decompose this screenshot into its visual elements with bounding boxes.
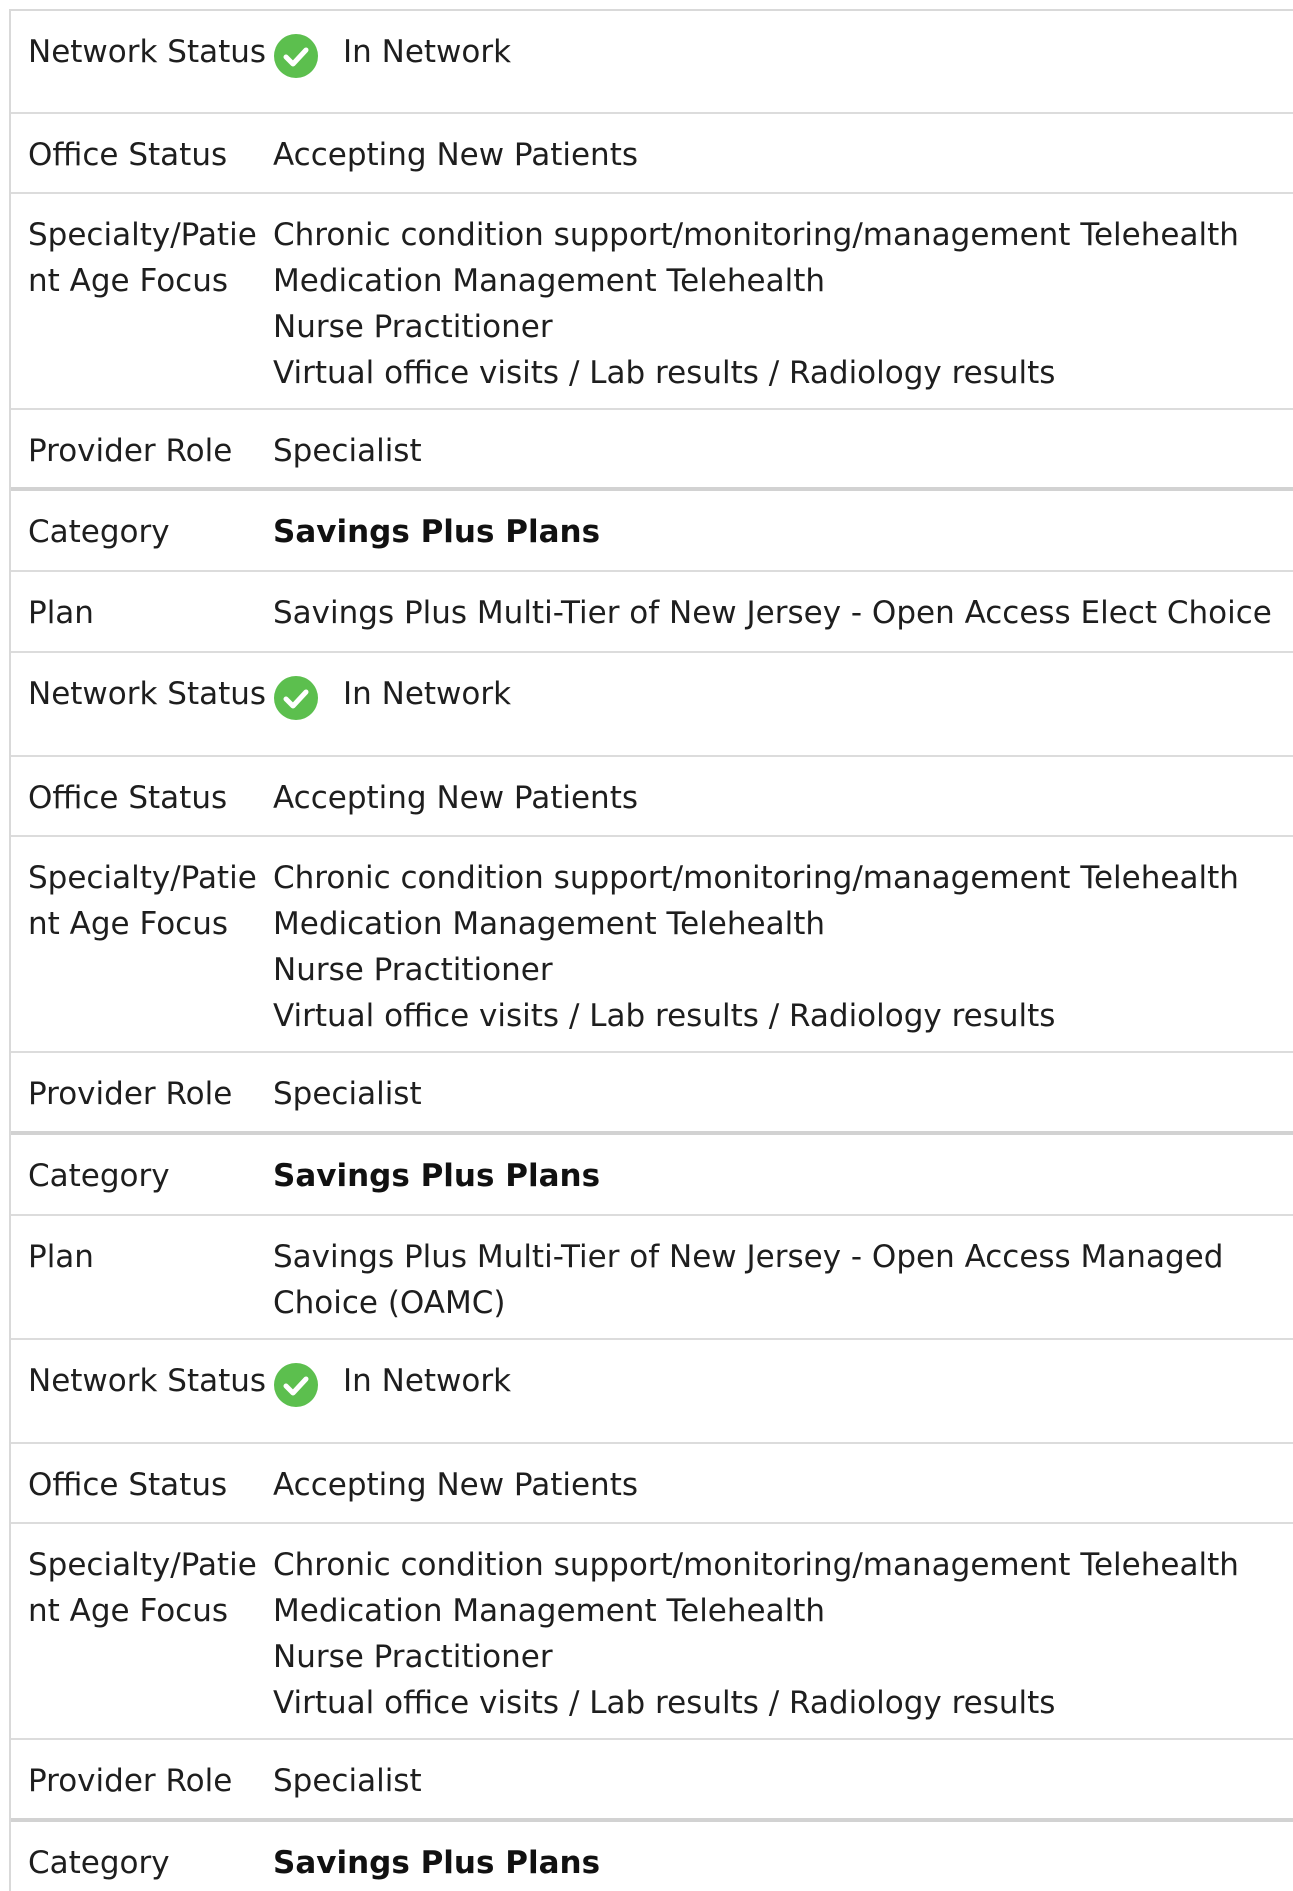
category-text: Savings Plus Plans (273, 514, 601, 550)
specialty-item: Chronic condition support/monitoring/man… (273, 860, 1239, 896)
specialty-item: Chronic condition support/monitoring/man… (273, 217, 1239, 253)
specialty-list: Chronic condition support/monitoring/man… (273, 1524, 1293, 1738)
plan-line: Savings Plus Multi-Tier of New Jersey - … (273, 595, 1272, 631)
row-label-line: nt Age Focus (28, 1593, 229, 1629)
row-label: Office Status (28, 1467, 228, 1503)
row-label: Provider Role (28, 433, 233, 469)
plan-line: Choice (OAMC) (273, 1285, 506, 1321)
category-row: Category Savings Plus Plans (11, 1822, 1293, 1891)
row-label: Network Status (28, 34, 267, 70)
provider-role-text: Specialist (273, 1076, 422, 1112)
specialty-item: Nurse Practitioner (273, 309, 553, 345)
row-label: Specialty/Patie nt Age Focus (11, 837, 273, 1051)
plan-row: Plan Savings Plus Multi-Tier of New Jers… (11, 572, 1293, 653)
row-label-line: nt Age Focus (28, 263, 229, 299)
category-text: Savings Plus Plans (273, 1158, 601, 1194)
specialty-item: Nurse Practitioner (273, 1639, 553, 1675)
row-label: Provider Role (28, 1763, 233, 1799)
provider-role-text: Specialist (273, 1763, 422, 1799)
plan-details-table: Network Status In Network Office Status … (9, 9, 1293, 1891)
row-label: Category (28, 1158, 170, 1194)
check-circle-icon (274, 676, 318, 720)
network-status: In Network (273, 671, 1271, 720)
row-label: Provider Role (28, 1076, 233, 1112)
specialty-row: Specialty/Patie nt Age Focus Chronic con… (11, 194, 1293, 410)
specialty-list: Chronic condition support/monitoring/man… (273, 837, 1293, 1051)
provider-role-row: Provider Role Specialist (11, 1053, 1293, 1135)
check-circle-icon (274, 1363, 318, 1407)
specialty-item: Chronic condition support/monitoring/man… (273, 1547, 1239, 1583)
specialty-item: Medication Management Telehealth (273, 263, 826, 299)
row-value: In Network (273, 1340, 1293, 1442)
row-label: Plan (28, 595, 94, 631)
specialty-item: Medication Management Telehealth (273, 906, 826, 942)
provider-role-row: Provider Role Specialist (11, 1740, 1293, 1822)
provider-plan-details: Network Status In Network Office Status … (0, 0, 1293, 1891)
category-row: Category Savings Plus Plans (11, 491, 1293, 572)
row-label: Specialty/Patie nt Age Focus (11, 194, 273, 408)
row-label: Network Status (28, 676, 267, 712)
network-status-text: In Network (343, 676, 512, 712)
network-status-row: Network Status In Network (11, 11, 1293, 114)
network-status-row: Network Status In Network (11, 653, 1293, 757)
specialty-row: Specialty/Patie nt Age Focus Chronic con… (11, 1524, 1293, 1740)
row-label: Office Status (28, 137, 228, 173)
specialty-item: Virtual office visits / Lab results / Ra… (273, 998, 1056, 1034)
row-label: Category (28, 514, 170, 550)
office-status-row: Office Status Accepting New Patients (11, 114, 1293, 194)
row-label-line: nt Age Focus (28, 906, 229, 942)
network-status-text: In Network (343, 1363, 512, 1399)
row-label-line: Specialty/Patie (28, 1547, 257, 1583)
plan-text: Savings Plus Multi-Tier of New Jersey - … (273, 1216, 1293, 1338)
row-label: Plan (28, 1239, 94, 1275)
office-status-text: Accepting New Patients (273, 780, 639, 816)
specialty-item: Medication Management Telehealth (273, 1593, 826, 1629)
check-circle-icon (274, 34, 318, 78)
specialty-item: Virtual office visits / Lab results / Ra… (273, 1685, 1056, 1721)
office-status-text: Accepting New Patients (273, 137, 639, 173)
specialty-item: Virtual office visits / Lab results / Ra… (273, 355, 1056, 391)
office-status-row: Office Status Accepting New Patients (11, 1444, 1293, 1524)
row-label: Office Status (28, 780, 228, 816)
network-status-row: Network Status In Network (11, 1340, 1293, 1444)
plan-text: Savings Plus Multi-Tier of New Jersey - … (273, 572, 1293, 651)
category-row: Category Savings Plus Plans (11, 1135, 1293, 1216)
category-text: Savings Plus Plans (273, 1845, 601, 1881)
row-label: Specialty/Patie nt Age Focus (11, 1524, 273, 1738)
row-label-line: Specialty/Patie (28, 217, 257, 253)
provider-role-text: Specialist (273, 433, 422, 469)
row-label-line: Specialty/Patie (28, 860, 257, 896)
row-value: In Network (273, 11, 1293, 112)
office-status-text: Accepting New Patients (273, 1467, 639, 1503)
provider-role-row: Provider Role Specialist (11, 410, 1293, 491)
network-status-text: In Network (343, 34, 512, 70)
specialty-list: Chronic condition support/monitoring/man… (273, 194, 1293, 408)
specialty-row: Specialty/Patie nt Age Focus Chronic con… (11, 837, 1293, 1053)
plan-line: Savings Plus Multi-Tier of New Jersey - … (273, 1239, 1224, 1275)
office-status-row: Office Status Accepting New Patients (11, 757, 1293, 837)
specialty-item: Nurse Practitioner (273, 952, 553, 988)
row-label: Category (28, 1845, 170, 1881)
network-status: In Network (273, 29, 1271, 78)
row-label: Network Status (28, 1363, 267, 1399)
row-value: In Network (273, 653, 1293, 755)
network-status: In Network (273, 1358, 1271, 1407)
plan-row: Plan Savings Plus Multi-Tier of New Jers… (11, 1216, 1293, 1340)
